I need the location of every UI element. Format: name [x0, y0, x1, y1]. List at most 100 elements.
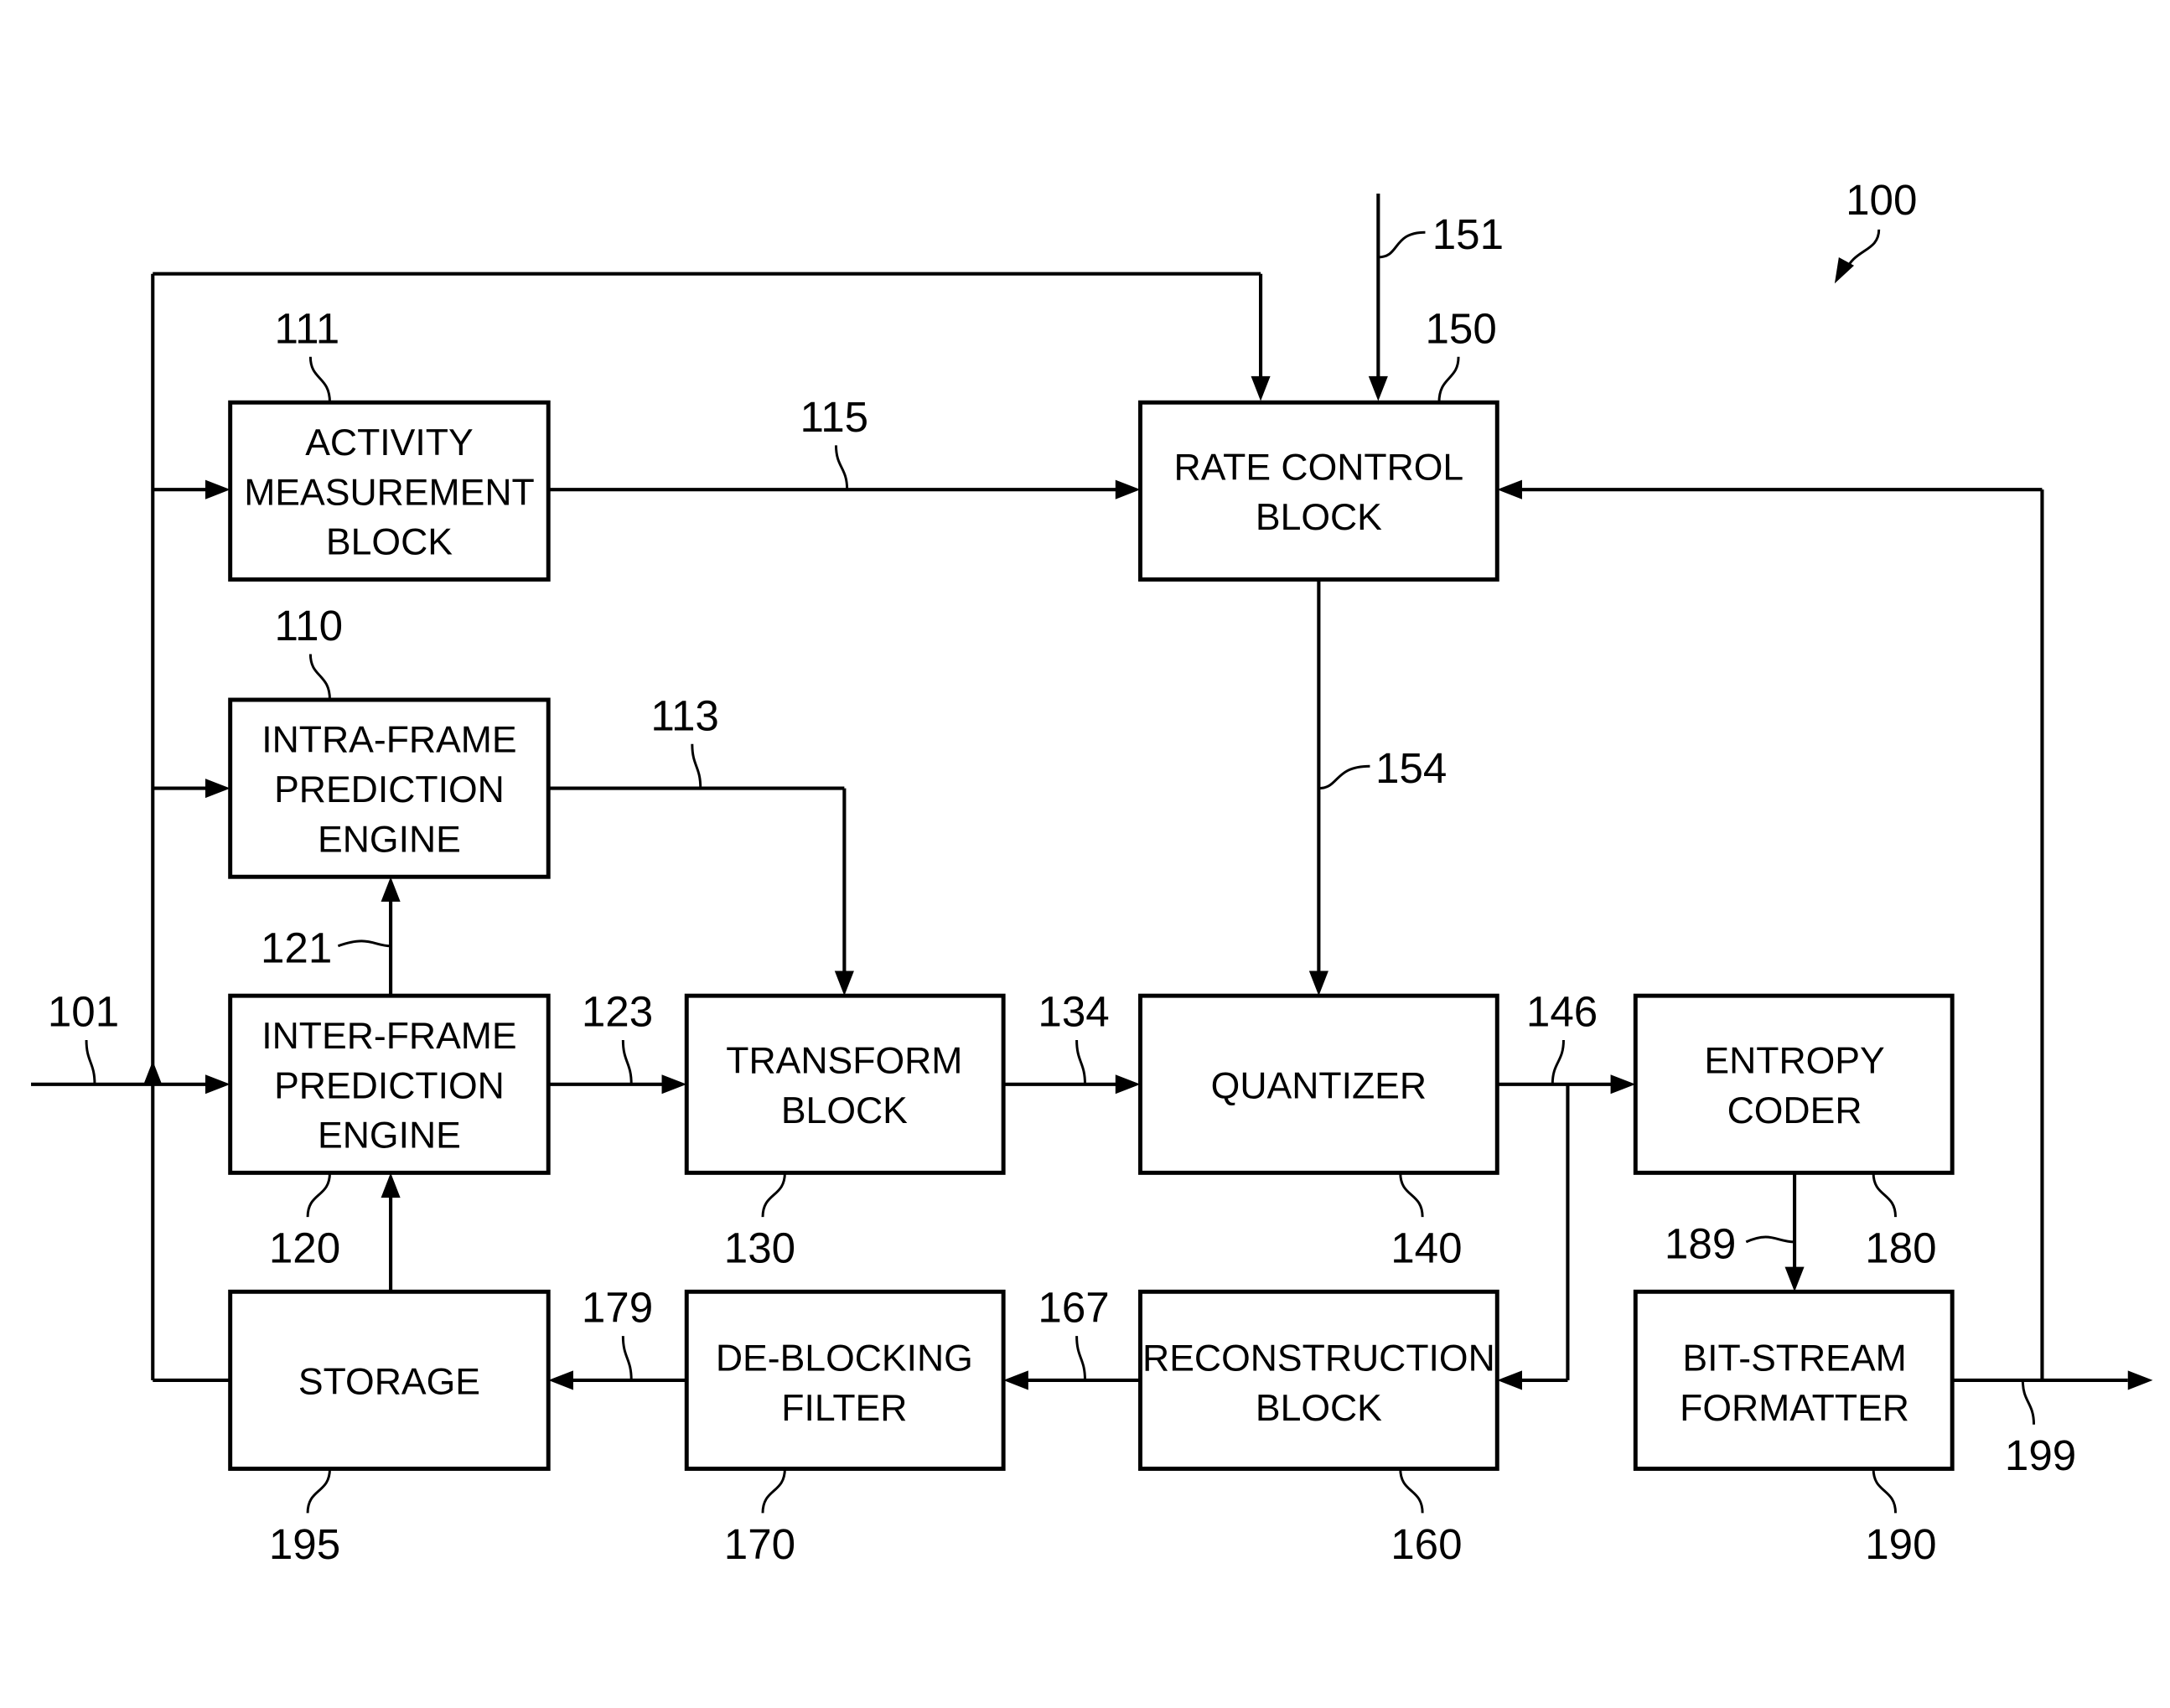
- ref-150: 150: [1425, 304, 1496, 352]
- leader-180: [1872, 1172, 1898, 1218]
- ref-123: 123: [582, 987, 653, 1035]
- svg-text:RATE CONTROL: RATE CONTROL: [1174, 448, 1464, 489]
- svg-text:BLOCK: BLOCK: [1256, 1388, 1382, 1429]
- leader-179: [621, 1336, 633, 1380]
- ref-111: 111: [274, 304, 339, 352]
- block-label: ENGINE: [318, 1115, 461, 1157]
- ref-195: 195: [269, 1520, 340, 1568]
- arrowhead: [1368, 375, 1388, 401]
- svg-text:FORMATTER: FORMATTER: [1680, 1388, 1909, 1429]
- block-transform: TRANSFORM BLOCK: [684, 993, 1006, 1175]
- leader-110: [308, 654, 331, 701]
- svg-text:PREDICTION: PREDICTION: [274, 769, 505, 810]
- arrowhead: [205, 779, 230, 799]
- svg-text:PREDICTION: PREDICTION: [274, 1065, 505, 1106]
- ref-121: 121: [261, 924, 332, 972]
- leader-120: [306, 1172, 331, 1218]
- svg-text:STORAGE: STORAGE: [298, 1361, 480, 1402]
- ref-190: 190: [1865, 1520, 1936, 1568]
- leader-140: [1399, 1172, 1424, 1218]
- block-label: DE-BLOCKING: [716, 1338, 973, 1379]
- leader-123: [621, 1039, 633, 1084]
- ref-140: 140: [1391, 1224, 1462, 1272]
- block-label: BLOCK: [1256, 1388, 1382, 1429]
- block-label: BLOCK: [1256, 497, 1382, 538]
- arrowhead: [1115, 479, 1141, 499]
- leader-195: [306, 1468, 331, 1514]
- ref-figure: 100: [1846, 176, 1917, 224]
- ref-101: 101: [48, 987, 119, 1035]
- leader-190: [1872, 1468, 1898, 1514]
- leader-101: [85, 1039, 96, 1084]
- block-label: ENGINE: [318, 820, 461, 861]
- block-entropy-coder: ENTROPY CODER: [1633, 993, 1955, 1175]
- arrowhead: [661, 1074, 687, 1095]
- block-label: FORMATTER: [1680, 1388, 1909, 1429]
- ref-146: 146: [1526, 987, 1598, 1035]
- svg-text:ENGINE: ENGINE: [318, 820, 461, 861]
- block-label: STORAGE: [298, 1361, 480, 1402]
- svg-text:BIT-STREAM: BIT-STREAM: [1682, 1338, 1906, 1379]
- svg-text:MEASUREMENT: MEASUREMENT: [244, 472, 535, 513]
- svg-text:FILTER: FILTER: [781, 1388, 907, 1429]
- leader-134: [1075, 1039, 1086, 1084]
- block-label: QUANTIZER: [1211, 1065, 1427, 1106]
- block-label: INTRA-FRAME: [262, 720, 516, 761]
- leader-113: [691, 743, 702, 789]
- svg-text:QUANTIZER: QUANTIZER: [1211, 1065, 1427, 1106]
- block-diagram: ACTIVITY MEASUREMENT BLOCK INTRA-FRAME P…: [31, 176, 2153, 1568]
- ref-180: 180: [1865, 1224, 1936, 1272]
- leader-151: [1378, 230, 1426, 259]
- block-label: ACTIVITY: [305, 422, 473, 463]
- arrowhead: [1497, 1370, 1522, 1390]
- arrowhead: [548, 1370, 573, 1390]
- block-label: INTER-FRAME: [262, 1016, 516, 1057]
- svg-text:RECONSTRUCTION: RECONSTRUCTION: [1142, 1338, 1495, 1379]
- ref-134: 134: [1038, 987, 1109, 1035]
- block-label: BLOCK: [326, 522, 453, 563]
- block-rate-control: RATE CONTROL BLOCK: [1138, 400, 1499, 582]
- ref-113: 113: [650, 691, 719, 739]
- ref-120: 120: [269, 1224, 340, 1272]
- svg-text:BLOCK: BLOCK: [781, 1090, 908, 1131]
- leader-160: [1399, 1468, 1424, 1514]
- arrowhead: [1308, 970, 1328, 996]
- svg-text:INTER-FRAME: INTER-FRAME: [262, 1016, 516, 1057]
- arrowhead: [381, 1172, 401, 1198]
- leader-170: [761, 1468, 786, 1514]
- leader-154: [1318, 764, 1370, 790]
- block-bitstream-formatter: BIT-STREAM FORMATTER: [1633, 1289, 1955, 1471]
- leader-199: [2021, 1379, 2036, 1425]
- block-label: RATE CONTROL: [1174, 448, 1464, 489]
- svg-text:DE-BLOCKING: DE-BLOCKING: [716, 1338, 973, 1379]
- arrowhead: [834, 970, 854, 996]
- arrowhead: [1003, 1370, 1028, 1390]
- arrowhead: [205, 479, 230, 499]
- ref-151: 151: [1432, 210, 1504, 258]
- block-label: BLOCK: [781, 1090, 908, 1131]
- block-label: ENTROPY: [1704, 1041, 1884, 1082]
- block-label: BIT-STREAM: [1682, 1338, 1906, 1379]
- leader-111: [308, 356, 331, 403]
- leader-115: [834, 445, 849, 490]
- svg-text:BLOCK: BLOCK: [1256, 497, 1382, 538]
- block-label: CODER: [1727, 1090, 1862, 1131]
- block-label: FILTER: [781, 1388, 907, 1429]
- ref-160: 160: [1391, 1520, 1462, 1568]
- arrowhead: [205, 1074, 230, 1095]
- block-label: TRANSFORM: [726, 1041, 962, 1082]
- block-activity-measurement: ACTIVITY MEASUREMENT BLOCK: [228, 400, 551, 582]
- svg-text:ENTROPY: ENTROPY: [1704, 1041, 1884, 1082]
- ref-130: 130: [724, 1224, 795, 1272]
- arrowhead: [1497, 479, 1522, 499]
- svg-text:TRANSFORM: TRANSFORM: [726, 1041, 962, 1082]
- arrowhead: [381, 877, 401, 902]
- ref-110: 110: [274, 602, 343, 650]
- svg-text:BLOCK: BLOCK: [326, 522, 453, 563]
- ref-154: 154: [1375, 744, 1447, 792]
- leader-130: [761, 1172, 786, 1218]
- block-intra-frame: INTRA-FRAME PREDICTION ENGINE: [228, 697, 551, 879]
- block-label: MEASUREMENT: [244, 472, 535, 513]
- block-reconstruction: RECONSTRUCTION BLOCK: [1138, 1289, 1499, 1471]
- arrowhead: [2127, 1370, 2153, 1390]
